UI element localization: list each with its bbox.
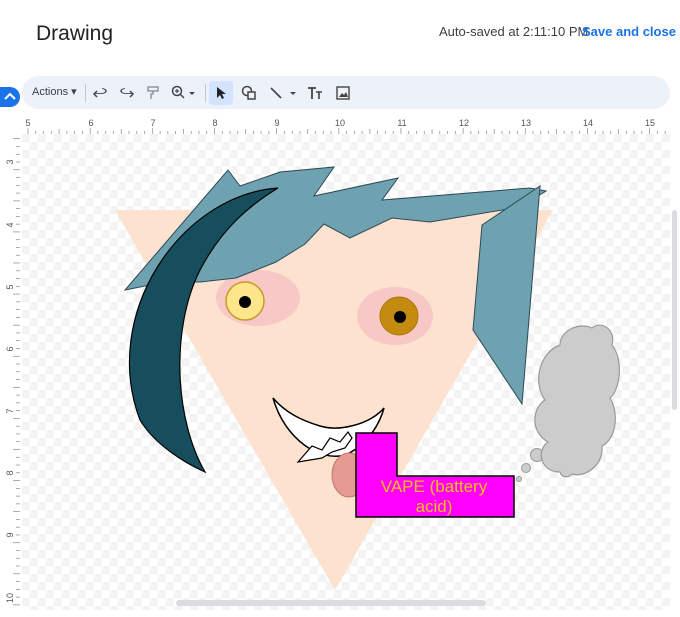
vape-text-line2: acid) xyxy=(416,497,453,516)
ruler-label: 14 xyxy=(583,118,593,128)
text-box-button[interactable] xyxy=(303,81,327,105)
undo-icon xyxy=(92,88,107,98)
ruler-label: 6 xyxy=(5,346,15,351)
actions-menu[interactable]: Actions ▾ xyxy=(32,85,77,98)
redo-button[interactable] xyxy=(115,81,139,105)
zoom-button[interactable] xyxy=(168,81,200,105)
zoom-icon xyxy=(171,85,195,99)
horizontal-scrollbar[interactable] xyxy=(176,600,486,606)
cursor-icon xyxy=(217,87,226,99)
ruler-label: 13 xyxy=(521,118,531,128)
actions-label: Actions xyxy=(32,86,69,98)
paint-format-button[interactable] xyxy=(141,81,165,105)
ruler-label: 11 xyxy=(397,118,406,128)
save-and-close-button[interactable]: Save and close xyxy=(582,24,676,39)
line-icon xyxy=(270,87,296,99)
ruler-label: 6 xyxy=(88,118,93,128)
ruler-label: 5 xyxy=(5,284,15,289)
ruler-label: 9 xyxy=(5,532,15,537)
right-pupil xyxy=(394,311,406,323)
ruler-label: 9 xyxy=(274,118,279,128)
vertical-ruler: 3 4 5 6 7 8 9 10 xyxy=(5,138,20,606)
select-tool-button[interactable] xyxy=(209,81,233,105)
ruler-label: 10 xyxy=(335,118,345,128)
paint-format-icon xyxy=(147,86,159,99)
ruler-label: 12 xyxy=(459,118,469,128)
smoke-puff-medium[interactable] xyxy=(521,463,531,473)
redo-icon xyxy=(120,88,135,98)
smoke-puff-small[interactable] xyxy=(516,476,522,482)
ruler-label: 7 xyxy=(5,408,15,413)
ruler-label: 15 xyxy=(645,118,655,128)
ruler-label: 4 xyxy=(5,222,15,227)
ruler-label: 8 xyxy=(212,118,217,128)
chevron-up-icon xyxy=(4,92,16,100)
autosave-status: Auto-saved at 2:11:10 PM xyxy=(439,24,589,39)
shape-icon xyxy=(241,85,256,100)
ruler-label: 10 xyxy=(5,593,15,603)
drawing-canvas[interactable]: VAPE (battery acid) xyxy=(22,134,670,610)
vape-text-line1: VAPE (battery xyxy=(381,477,488,496)
toolbar-divider xyxy=(205,84,206,102)
undo-button[interactable] xyxy=(88,81,112,105)
shape-tool-button[interactable] xyxy=(237,81,261,105)
ruler-label: 7 xyxy=(150,118,155,128)
image-button[interactable] xyxy=(331,81,355,105)
page-title: Drawing xyxy=(36,22,114,45)
toolbar: Actions ▾ xyxy=(22,76,670,109)
toolbar-divider xyxy=(85,84,86,102)
horizontal-ruler: 5 6 7 8 9 10 11 12 13 14 15 xyxy=(25,118,666,134)
hide-menus-button[interactable] xyxy=(0,87,20,107)
ruler-label: 5 xyxy=(25,118,30,128)
image-icon xyxy=(336,86,350,100)
vertical-scrollbar[interactable] xyxy=(672,210,677,410)
ruler-label: 3 xyxy=(5,159,15,164)
line-tool-button[interactable] xyxy=(265,81,301,105)
ruler-label: 8 xyxy=(5,470,15,475)
text-box-icon xyxy=(308,87,322,99)
left-pupil xyxy=(239,296,251,308)
